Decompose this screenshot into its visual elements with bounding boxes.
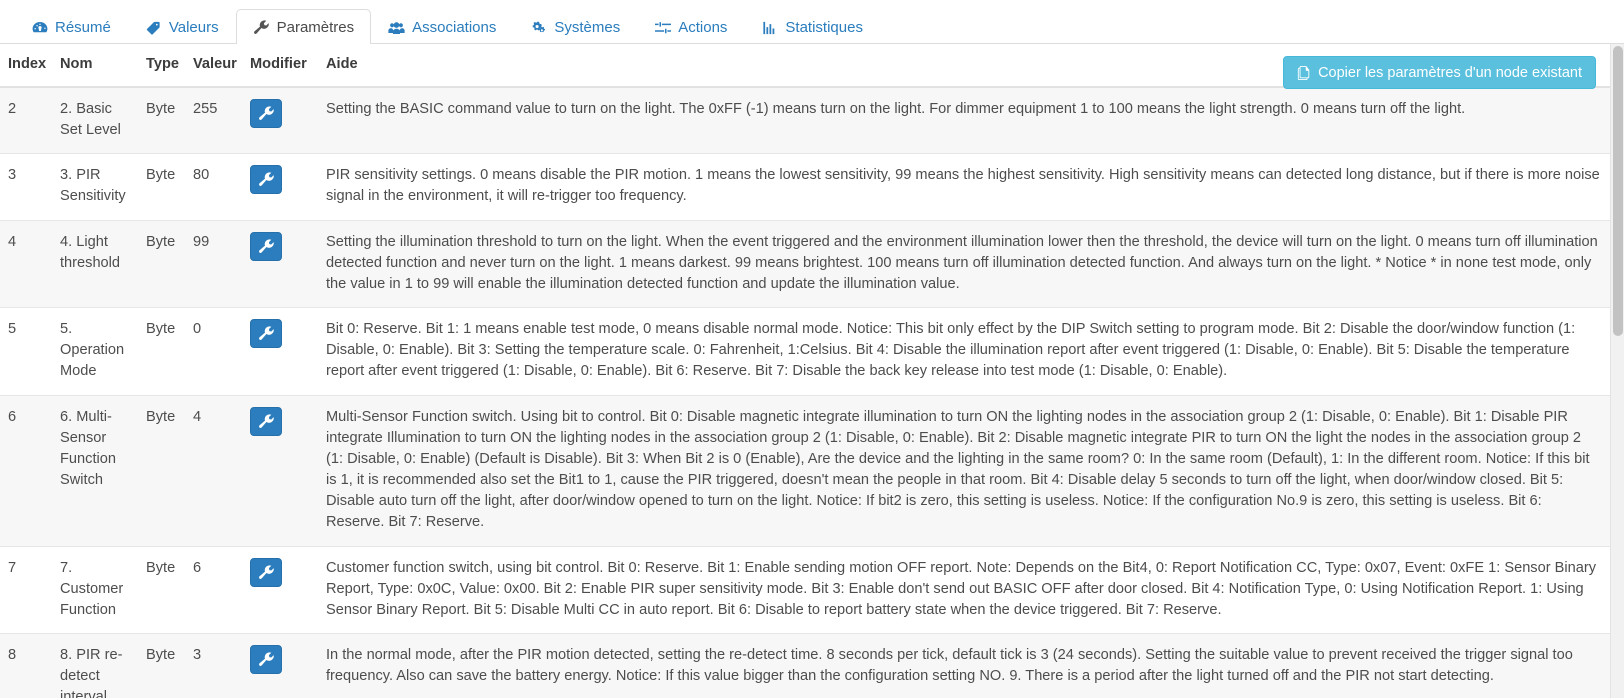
cell-valeur: 80 [185,153,242,221]
column-header-type: Type [138,44,185,88]
tab-valeurs[interactable]: Valeurs [128,9,236,44]
tab-label: Statistiques [785,19,863,36]
parameters-table-container: Index Nom Type Valeur Modifier Aide 2 2. … [0,44,1610,698]
cell-nom: 6. Multi-Sensor Function Switch [52,395,138,547]
cell-modifier [242,307,318,396]
cell-index: 2 [0,87,52,155]
table-row: 4 4. Light threshold Byte 99 Setting the ill… [0,220,1610,309]
bar-chart-icon [761,20,778,35]
dashboard-icon [31,20,48,35]
cell-valeur: 99 [185,220,242,309]
tab-label: Valeurs [168,19,219,36]
cell-modifier [242,633,318,698]
cell-type: Byte [138,395,185,547]
table-row: 5 5. Operation Mode Byte 0 Bit 0: Reserve. B… [0,307,1610,396]
cell-modifier [242,87,318,155]
wrench-icon [258,326,274,341]
tab-param-tres[interactable]: Paramètres [235,9,372,44]
column-header-nom: Nom [52,44,138,88]
cell-index: 5 [0,307,52,396]
table-row: 7 7. Customer Function Byte 6 Customer funct… [0,546,1610,634]
cell-index: 4 [0,220,52,309]
tab-label: Associations [412,19,497,36]
cell-index: 7 [0,546,52,634]
tab-syst-mes[interactable]: Systèmes [513,9,637,44]
parameters-table-body: 2 2. Basic Set Level Byte 255 Setting the BA… [0,87,1610,698]
gears-icon [530,20,547,35]
cell-aide: PIR sensitivity settings. 0 means disabl… [318,153,1610,221]
wrench-icon [253,20,270,35]
cell-valeur: 0 [185,307,242,396]
cell-valeur: 6 [185,546,242,634]
cell-type: Byte [138,633,185,698]
edit-parameter-button[interactable] [250,99,282,128]
device-parameters-page: Résumé Valeurs Paramètres Associations Systè… [0,0,1624,698]
cell-valeur: 3 [185,633,242,698]
cell-nom: 2. Basic Set Level [52,87,138,155]
cell-aide: Bit 0: Reserve. Bit 1: 1 means enable te… [318,307,1610,396]
cell-nom: 3. PIR Sensitivity [52,153,138,221]
edit-parameter-button[interactable] [250,231,282,261]
cell-index: 6 [0,395,52,547]
table-row: 88. PIR re-detect interval timeByte3 In t… [0,633,1610,698]
vertical-scrollbar-thumb[interactable] [1613,46,1623,336]
wrench-icon [258,172,274,187]
column-header-valeur: Valeur [185,44,242,88]
cell-modifier [242,220,318,309]
wrench-icon [258,238,274,254]
table-row: 6 6. Multi-Sensor Function Switch Byte 4 Mul… [0,395,1610,547]
cell-index: 8 [0,633,52,698]
cell-valeur: 255 [185,87,242,155]
cell-aide: In the normal mode, after the PIR motion… [318,633,1610,698]
cell-modifier [242,153,318,221]
cell-nom: 8. PIR re-detect interval time [52,633,138,698]
cell-index: 3 [0,153,52,221]
tab-statistiques[interactable]: Statistiques [744,9,880,44]
edit-parameter-button[interactable] [250,644,282,674]
cell-type: Byte [138,87,185,155]
wrench-icon [258,106,274,121]
sliders-icon [654,20,671,35]
edit-parameter-button[interactable] [250,319,282,349]
tab-label: Paramètres [276,19,355,36]
copy-parameters-label: Copier les paramètres d'un node existant [1318,64,1582,81]
cell-modifier [242,546,318,634]
column-header-modifier: Modifier [242,44,318,88]
edit-parameter-button[interactable] [250,557,282,587]
tag-icon [145,20,162,35]
wrench-icon [258,564,274,580]
copy-icon [1297,65,1311,80]
cell-valeur: 4 [185,395,242,547]
cell-type: Byte [138,307,185,396]
cell-aide: Customer function switch, using bit cont… [318,546,1610,634]
tab-label: Résumé [55,19,111,36]
device-tab-bar: Résumé Valeurs Paramètres Associations Systè… [0,0,1624,44]
cell-type: Byte [138,220,185,309]
tab-associations[interactable]: Associations [371,9,513,44]
wrench-icon [258,413,274,429]
cell-nom: 7. Customer Function [52,546,138,634]
copy-parameters-button[interactable]: Copier les paramètres d'un node existant [1283,56,1596,89]
cell-nom: 5. Operation Mode [52,307,138,396]
cell-aide: Multi-Sensor Function switch. Using bit … [318,395,1610,547]
cell-modifier [242,395,318,547]
wrench-icon [258,652,274,667]
cell-nom: 4. Light threshold [52,220,138,309]
cell-type: Byte [138,546,185,634]
edit-parameter-button[interactable] [250,165,282,195]
parameters-table: Index Nom Type Valeur Modifier Aide 2 2. … [0,44,1610,698]
tab-label: Actions [678,19,728,36]
tab-r-sum-[interactable]: Résumé [14,9,128,44]
cell-aide: Setting the illumination threshold to tu… [318,220,1610,309]
column-header-index: Index [0,44,52,88]
users-icon [388,20,405,35]
tab-label: Systèmes [554,19,621,36]
tab-actions[interactable]: Actions [637,9,744,44]
table-row: 3 3. PIR Sensitivity Byte 80 PIR sensitivity… [0,153,1610,221]
cell-type: Byte [138,153,185,221]
vertical-scrollbar[interactable] [1610,44,1624,698]
edit-parameter-button[interactable] [250,406,282,436]
cell-aide: Setting the BASIC command value to turn … [318,87,1610,155]
table-row: 2 2. Basic Set Level Byte 255 Setting the BA… [0,87,1610,155]
